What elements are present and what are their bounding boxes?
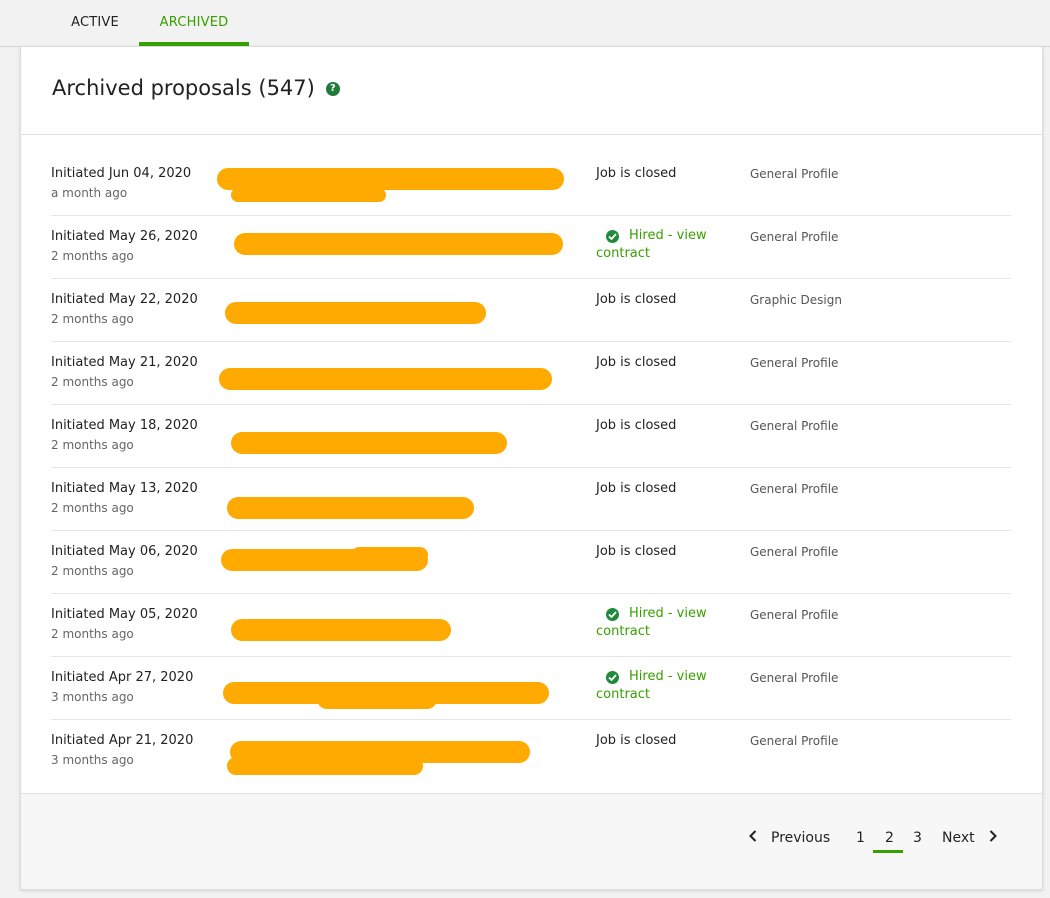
profile-name: General Profile bbox=[750, 230, 839, 244]
question-circle-icon[interactable]: ? bbox=[325, 82, 340, 96]
tab-active[interactable]: ACTIVE bbox=[50, 0, 140, 44]
profile-name: General Profile bbox=[750, 545, 839, 559]
job-status: Job is closed bbox=[596, 418, 677, 433]
redaction-mark bbox=[219, 368, 552, 390]
profile-name: General Profile bbox=[750, 671, 839, 685]
relative-time: 2 months ago bbox=[51, 564, 134, 578]
initiated-date: Initiated May 05, 2020 bbox=[51, 607, 198, 622]
initiated-date: Initiated May 18, 2020 bbox=[51, 418, 198, 433]
redaction-mark bbox=[217, 168, 564, 190]
profile-name: Graphic Design bbox=[750, 293, 842, 307]
initiated-date: Initiated May 21, 2020 bbox=[51, 355, 198, 370]
job-status: Job is closed bbox=[596, 292, 677, 307]
redaction-mark bbox=[351, 547, 428, 563]
pagination-footer: Previous 1 2 3 Next bbox=[21, 793, 1042, 889]
redaction-mark bbox=[231, 432, 507, 454]
relative-time: 2 months ago bbox=[51, 249, 134, 263]
check-circle-icon bbox=[606, 670, 619, 684]
relative-time: 2 months ago bbox=[51, 627, 134, 641]
proposal-row[interactable]: Initiated May 06, 2020 2 months ago Job … bbox=[51, 531, 1011, 594]
check-circle-icon bbox=[606, 607, 619, 621]
proposal-list: Initiated Jun 04, 2020 a month ago Job i… bbox=[51, 153, 1011, 782]
initiated-date: Initiated May 06, 2020 bbox=[51, 544, 198, 559]
initiated-date: Initiated May 13, 2020 bbox=[51, 481, 198, 496]
initiated-date: Initiated Jun 04, 2020 bbox=[51, 166, 192, 181]
previous-label: Previous bbox=[771, 830, 831, 846]
check-circle-icon bbox=[606, 229, 619, 243]
previous-button[interactable]: Previous bbox=[749, 830, 830, 846]
contract-label: contract bbox=[596, 687, 650, 702]
initiated-date: Initiated Apr 27, 2020 bbox=[51, 670, 194, 685]
chevron-left-icon bbox=[749, 830, 757, 846]
page-2-button[interactable]: 2 bbox=[885, 830, 894, 846]
hired-view-contract-link[interactable]: Hired - view contract bbox=[596, 668, 736, 704]
proposal-row[interactable]: Initiated May 05, 2020 2 months ago Hire… bbox=[51, 594, 1011, 657]
redaction-mark bbox=[231, 188, 386, 202]
profile-name: General Profile bbox=[750, 167, 839, 181]
hired-view-contract-link[interactable]: Hired - view contract bbox=[596, 227, 736, 263]
profile-name: General Profile bbox=[750, 734, 839, 748]
relative-time: a month ago bbox=[51, 186, 128, 200]
chevron-right-icon bbox=[989, 830, 997, 846]
profile-name: General Profile bbox=[750, 356, 839, 370]
initiated-date: Initiated May 22, 2020 bbox=[51, 292, 198, 307]
job-status: Job is closed bbox=[596, 481, 677, 496]
proposal-row[interactable]: Initiated Apr 27, 2020 3 months ago Hire… bbox=[51, 657, 1011, 720]
next-button[interactable]: Next bbox=[942, 830, 997, 846]
page-title-wrapper: Archived proposals (547) ? bbox=[52, 76, 340, 100]
contract-label: contract bbox=[596, 246, 650, 261]
contract-label: contract bbox=[596, 624, 650, 639]
relative-time: 3 months ago bbox=[51, 753, 134, 767]
card-header: Archived proposals (547) ? bbox=[21, 47, 1042, 135]
proposal-row[interactable]: Initiated May 21, 2020 2 months ago Job … bbox=[51, 342, 1011, 405]
next-label: Next bbox=[942, 830, 975, 846]
initiated-date: Initiated Apr 21, 2020 bbox=[51, 733, 194, 748]
redaction-mark bbox=[231, 619, 451, 641]
page-1-button[interactable]: 1 bbox=[856, 830, 865, 846]
page-3-button[interactable]: 3 bbox=[913, 830, 922, 846]
job-status: Job is closed bbox=[596, 166, 677, 181]
hired-label: Hired - view bbox=[629, 606, 707, 621]
tab-archived[interactable]: ARCHIVED bbox=[139, 0, 249, 46]
redaction-mark bbox=[317, 689, 437, 709]
relative-time: 2 months ago bbox=[51, 438, 134, 452]
current-page-indicator bbox=[873, 850, 903, 853]
proposal-row[interactable]: Initiated May 22, 2020 2 months ago Job … bbox=[51, 279, 1011, 342]
hired-view-contract-link[interactable]: Hired - view contract bbox=[596, 605, 736, 641]
archived-proposals-card: Archived proposals (547) ? Initiated Jun… bbox=[20, 46, 1043, 890]
redaction-mark bbox=[227, 757, 423, 775]
hired-label: Hired - view bbox=[629, 228, 707, 243]
profile-name: General Profile bbox=[750, 608, 839, 622]
initiated-date: Initiated May 26, 2020 bbox=[51, 229, 198, 244]
proposal-row[interactable]: Initiated Jun 04, 2020 a month ago Job i… bbox=[51, 153, 1011, 216]
proposal-row[interactable]: Initiated May 13, 2020 2 months ago Job … bbox=[51, 468, 1011, 531]
proposal-row[interactable]: Initiated May 18, 2020 2 months ago Job … bbox=[51, 405, 1011, 468]
relative-time: 3 months ago bbox=[51, 690, 134, 704]
proposal-row[interactable]: Initiated May 26, 2020 2 months ago Hire… bbox=[51, 216, 1011, 279]
redaction-mark bbox=[225, 302, 486, 324]
redaction-mark bbox=[234, 233, 563, 255]
profile-name: General Profile bbox=[750, 419, 839, 433]
relative-time: 2 months ago bbox=[51, 501, 134, 515]
redaction-mark bbox=[227, 497, 474, 519]
job-status: Job is closed bbox=[596, 733, 677, 748]
hired-label: Hired - view bbox=[629, 669, 707, 684]
job-status: Job is closed bbox=[596, 544, 677, 559]
proposal-row[interactable]: Initiated Apr 21, 2020 3 months ago Job … bbox=[51, 720, 1011, 782]
tab-bar: ACTIVE ARCHIVED bbox=[0, 0, 1050, 47]
relative-time: 2 months ago bbox=[51, 375, 134, 389]
relative-time: 2 months ago bbox=[51, 312, 134, 326]
page-title: Archived proposals (547) bbox=[52, 76, 315, 100]
job-status: Job is closed bbox=[596, 355, 677, 370]
profile-name: General Profile bbox=[750, 482, 839, 496]
